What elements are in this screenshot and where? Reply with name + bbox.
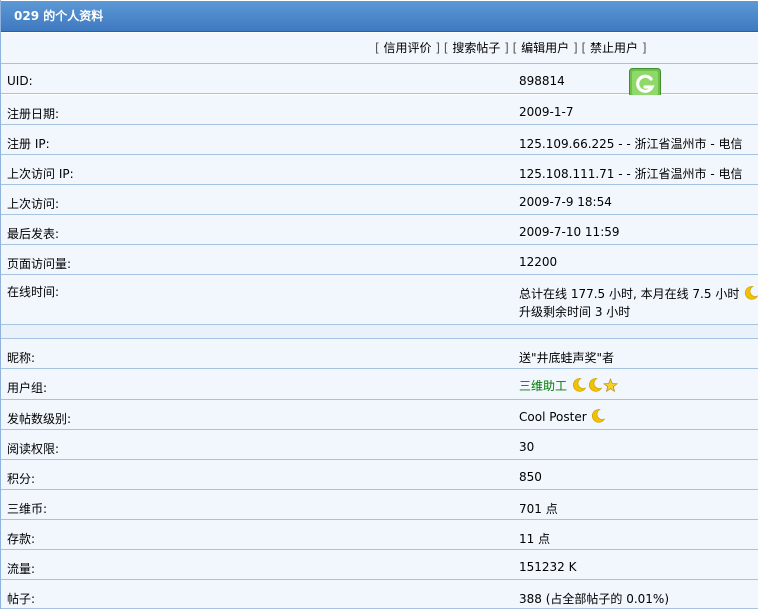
field-label: 阅读权限:	[7, 442, 60, 456]
field-value: 898814	[519, 74, 565, 88]
row-post-level: 发帖数级别: Cool Poster	[1, 400, 758, 430]
field-label: 帖子:	[7, 592, 36, 606]
edit-user-link[interactable]: 编辑用户	[521, 41, 569, 55]
field-label: 发帖数级别:	[7, 412, 72, 426]
field-value: 125.108.111.71 - - 浙江省温州市 - 电信	[519, 167, 743, 181]
row-last-visit-ip: 上次访问 IP: 125.108.111.71 - - 浙江省温州市 - 电信	[1, 155, 758, 185]
field-label: 注册 IP:	[7, 137, 50, 151]
field-value: 三维助工	[519, 377, 618, 394]
star-icon	[602, 378, 618, 393]
row-user-group: 用户组: 三维助工	[1, 369, 758, 400]
field-label: 昵称:	[7, 351, 36, 365]
field-value: 151232 K	[519, 560, 577, 574]
field-value: 11 点	[519, 532, 551, 546]
field-value: 701 点	[519, 502, 558, 516]
field-label: 在线时间:	[7, 285, 60, 299]
field-value: 125.109.66.225 - - 浙江省温州市 - 电信	[519, 137, 743, 151]
field-label: 上次访问 IP:	[7, 167, 74, 181]
action-bar: [ 信用评价 ] [ 搜索帖子 ] [ 编辑用户 ] [ 禁止用户 ]	[1, 33, 758, 64]
field-label: UID:	[7, 74, 33, 88]
row-deposit: 存款: 11 点	[1, 520, 758, 550]
field-label: 用户组:	[7, 381, 48, 395]
g-logo-icon	[629, 68, 661, 98]
row-nickname: 昵称: 送"井底蛙声奖"者	[1, 339, 758, 369]
field-value: 2009-7-10 11:59	[519, 225, 620, 239]
action-links: [ 信用评价 ] [ 搜索帖子 ] [ 编辑用户 ] [ 禁止用户 ]	[375, 41, 647, 55]
row-read-permission: 阅读权限: 30	[1, 430, 758, 460]
field-value: 2009-1-7	[519, 105, 574, 119]
row-posts: 帖子: 388 (占全部帖子的 0.01%)	[1, 580, 758, 609]
row-register-ip: 注册 IP: 125.109.66.225 - - 浙江省温州市 - 电信	[1, 125, 758, 155]
moon-icon	[588, 378, 603, 392]
user-group-name: 三维助工	[519, 379, 568, 393]
row-coins: 三维币: 701 点	[1, 490, 758, 520]
row-points: 积分: 850	[1, 460, 758, 490]
moon-icon	[745, 286, 758, 300]
field-value: 850	[519, 470, 542, 484]
field-label: 积分:	[7, 472, 36, 486]
field-value: 总计在线 177.5 小时, 本月在线 7.5 小时	[519, 285, 758, 302]
row-register-date: 注册日期: 2009-1-7	[1, 95, 758, 125]
profile-panel: 029 的个人资料 [ 信用评价 ] [ 搜索帖子 ] [ 编辑用户 ] [ 禁…	[0, 0, 758, 609]
field-label: 注册日期:	[7, 107, 60, 121]
field-value: 送"井底蛙声奖"者	[519, 351, 615, 365]
search-posts-link[interactable]: 搜索帖子	[452, 41, 500, 55]
field-value: 30	[519, 440, 535, 454]
field-label: 最后发表:	[7, 227, 60, 241]
field-value: Cool Poster	[519, 408, 606, 424]
field-value: 2009-7-9 18:54	[519, 195, 612, 209]
panel-title: 029 的个人资料	[1, 1, 758, 32]
moon-icon	[592, 409, 606, 423]
ban-user-link[interactable]: 禁止用户	[590, 41, 638, 55]
row-last-post: 最后发表: 2009-7-10 11:59	[1, 215, 758, 245]
field-value: 388 (占全部帖子的 0.01%)	[519, 592, 670, 606]
row-online-time: 在线时间: 总计在线 177.5 小时, 本月在线 7.5 小时 升级剩余时间 …	[1, 275, 758, 325]
row-page-views: 页面访问量: 12200	[1, 245, 758, 275]
field-value-secondary: 升级剩余时间 3 小时	[519, 305, 631, 319]
credit-rating-link[interactable]: 信用评价	[384, 41, 432, 55]
field-value: 12200	[519, 255, 558, 269]
section-divider	[1, 325, 758, 339]
moon-icon	[572, 378, 587, 392]
field-label: 三维币:	[7, 502, 48, 516]
field-label: 流量:	[7, 562, 36, 576]
field-label: 页面访问量:	[7, 257, 72, 271]
row-traffic: 流量: 151232 K	[1, 550, 758, 580]
row-last-visit: 上次访问: 2009-7-9 18:54	[1, 185, 758, 215]
field-label: 上次访问:	[7, 197, 60, 211]
field-label: 存款:	[7, 532, 36, 546]
